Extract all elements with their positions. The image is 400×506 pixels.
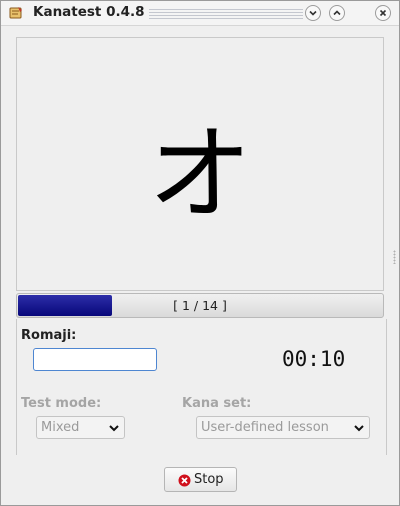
close-button[interactable] [375, 5, 391, 21]
chevron-down-icon [309, 10, 317, 16]
title-bar[interactable]: Kanatest 0.4.8 [1, 1, 399, 26]
timer-display: 00:10 [282, 347, 346, 371]
title-bar-grip [149, 9, 303, 19]
test-mode-label: Test mode: [21, 396, 102, 411]
kana-display: オ [16, 37, 384, 291]
resize-grip[interactable] [393, 250, 396, 264]
kana-set-value: User-defined lesson [201, 420, 329, 435]
chevron-down-icon [354, 425, 364, 432]
test-mode-value: Mixed [41, 420, 80, 435]
stop-icon [178, 474, 191, 487]
test-progress-bar: [ 1 / 14 ] [16, 293, 384, 318]
stop-button[interactable]: Stop [164, 467, 237, 492]
chevron-up-icon [333, 10, 341, 16]
stop-label: Stop [194, 472, 224, 487]
romaji-input[interactable] [33, 348, 157, 371]
window-title: Kanatest 0.4.8 [33, 4, 145, 20]
progress-label: [ 1 / 14 ] [173, 298, 227, 313]
app-icon [9, 7, 22, 19]
maximize-button[interactable] [329, 5, 345, 21]
kana-set-select[interactable]: User-defined lesson [196, 416, 370, 439]
chevron-down-icon [109, 425, 119, 432]
kana-character: オ [147, 112, 252, 235]
romaji-label: Romaji: [21, 328, 77, 343]
kana-set-label: Kana set: [182, 396, 252, 411]
test-mode-select[interactable]: Mixed [36, 416, 125, 439]
close-icon [379, 9, 387, 17]
app-window: Kanatest 0.4.8 オ [ 1 / 14 ] Romaji: 00:1… [0, 0, 400, 506]
minimize-button[interactable] [305, 5, 321, 21]
